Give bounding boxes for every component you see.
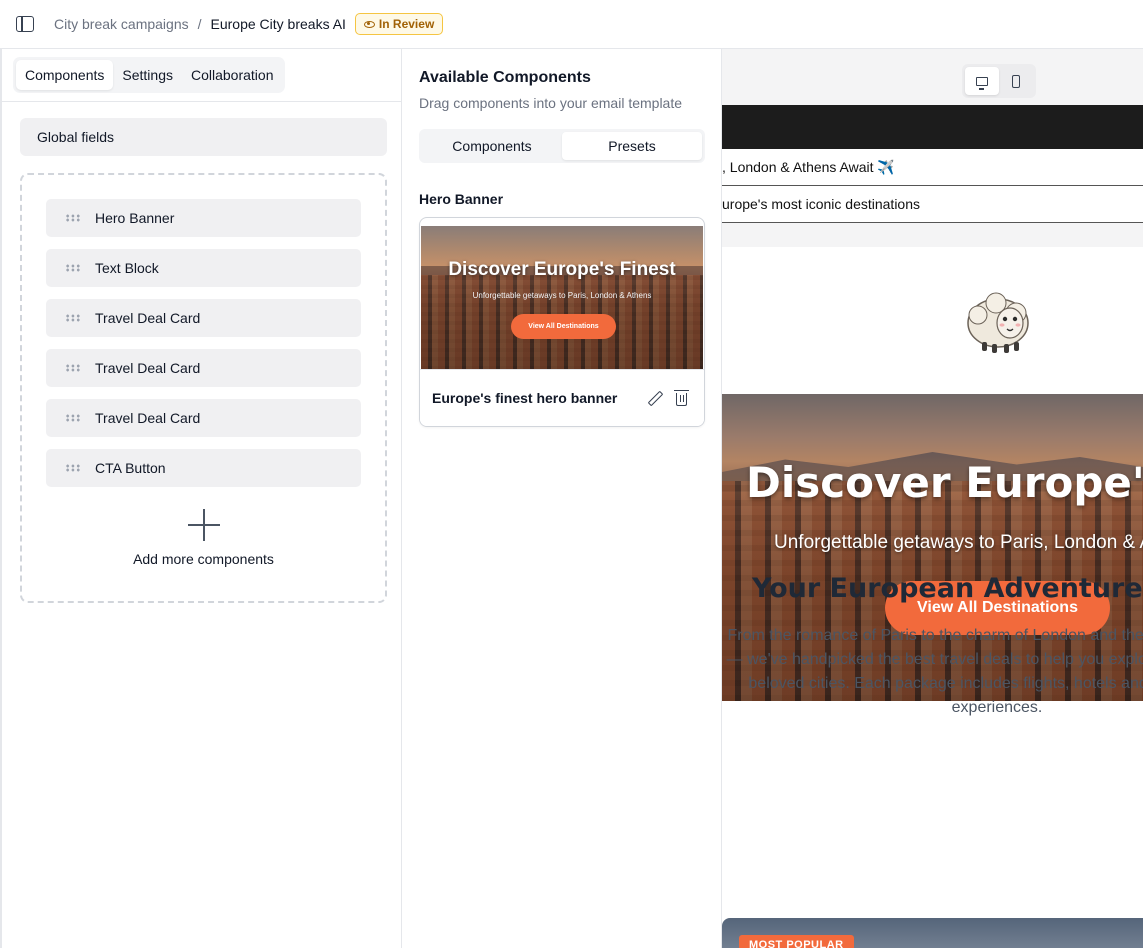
thumbnail-subtitle: Unforgettable getaways to Paris, London … (472, 291, 652, 300)
most-popular-badge: MOST POPULAR (739, 935, 854, 948)
component-dropzone[interactable]: Hero Banner Text Block Travel Deal Card … (20, 173, 387, 603)
component-label: Travel Deal Card (95, 410, 201, 426)
panel-subtitle: Drag components into your email template (419, 95, 683, 111)
sidebar-toggle-icon[interactable] (16, 16, 34, 32)
section-text: From the romance of Paris to the charm o… (726, 627, 1143, 716)
panel-title: Available Components (419, 69, 591, 86)
desktop-icon (976, 76, 988, 90)
component-item[interactable]: Travel Deal Card (46, 299, 361, 337)
drag-handle-icon[interactable] (65, 314, 81, 322)
component-label: Text Block (95, 260, 159, 276)
mobile-icon (1012, 74, 1020, 88)
status-badge-label: In Review (378, 17, 435, 31)
drag-handle-icon[interactable] (65, 464, 81, 472)
tab-presets[interactable]: Presets (562, 132, 702, 160)
drag-handle-icon[interactable] (65, 264, 81, 272)
component-item[interactable]: Hero Banner (46, 199, 361, 237)
device-toggle (962, 64, 1036, 98)
drag-handle-icon[interactable] (65, 364, 81, 372)
eye-icon (363, 20, 375, 28)
thumbnail-title: Discover Europe's Finest (448, 259, 676, 280)
travel-deal-card: MOST POPULAR (722, 918, 1143, 948)
component-label: Travel Deal Card (95, 360, 201, 376)
component-item[interactable]: CTA Button (46, 449, 361, 487)
component-label: CTA Button (95, 460, 166, 476)
global-fields-button[interactable]: Global fields (20, 118, 387, 156)
hero-subtitle: Unforgettable getaways to Paris, London … (774, 532, 1143, 553)
trash-icon[interactable] (674, 390, 689, 406)
tab-library-components[interactable]: Components (422, 132, 562, 160)
tab-settings[interactable]: Settings (113, 60, 182, 90)
component-item[interactable]: Travel Deal Card (46, 399, 361, 437)
add-more-components-button[interactable]: Add more components (22, 509, 385, 567)
status-badge: In Review (354, 13, 444, 35)
email-preview: , London & Athens Await ✈️ urope's most … (722, 49, 1143, 948)
desktop-view-button[interactable] (965, 67, 999, 95)
library-tabs: Components Presets (419, 129, 705, 163)
tab-components[interactable]: Components (16, 60, 114, 90)
plus-icon[interactable] (187, 509, 220, 541)
component-item[interactable]: Travel Deal Card (46, 349, 361, 387)
thumbnail-button: View All Destinations (511, 314, 616, 339)
tab-collaboration[interactable]: Collaboration (182, 60, 283, 90)
section-title: Your European Adventure Starts Here (752, 573, 1143, 604)
breadcrumb-current: Europe City breaks AI (210, 16, 346, 32)
preset-thumbnail: Discover Europe's Finest Unforgettable g… (421, 226, 703, 370)
preset-card[interactable]: Discover Europe's Finest Unforgettable g… (419, 217, 705, 427)
mobile-view-button[interactable] (999, 67, 1033, 95)
email-subject-line: , London & Athens Await ✈️ (722, 149, 1143, 186)
top-bar: City break campaigns / Europe City break… (0, 0, 1143, 49)
component-item[interactable]: Text Block (46, 249, 361, 287)
hero-title: Discover Europe's Finest (746, 458, 1143, 507)
left-tabs: Components Settings Collaboration (13, 57, 286, 93)
add-more-label: Add more components (133, 551, 274, 567)
component-label: Hero Banner (95, 210, 175, 226)
preset-footer: Europe's finest hero banner (420, 369, 704, 426)
preset-name: Europe's finest hero banner (432, 390, 618, 406)
email-header-bar (722, 105, 1143, 149)
email-body: Discover Europe's Finest Unforgettable g… (722, 247, 1143, 948)
preset-section-label: Hero Banner (419, 191, 504, 207)
breadcrumb-separator: / (197, 16, 202, 32)
available-components-panel: Available Components Drag components int… (402, 49, 722, 948)
drag-handle-icon[interactable] (65, 214, 81, 222)
left-panel: Components Settings Collaboration Global… (0, 49, 402, 948)
component-label: Travel Deal Card (95, 310, 201, 326)
email-preheader: urope's most iconic destinations (722, 186, 1143, 223)
breadcrumb-parent[interactable]: City break campaigns (54, 16, 189, 32)
divider (2, 101, 401, 102)
sheep-logo-icon (967, 292, 1029, 353)
pencil-icon[interactable] (648, 391, 662, 405)
drag-handle-icon[interactable] (65, 414, 81, 422)
